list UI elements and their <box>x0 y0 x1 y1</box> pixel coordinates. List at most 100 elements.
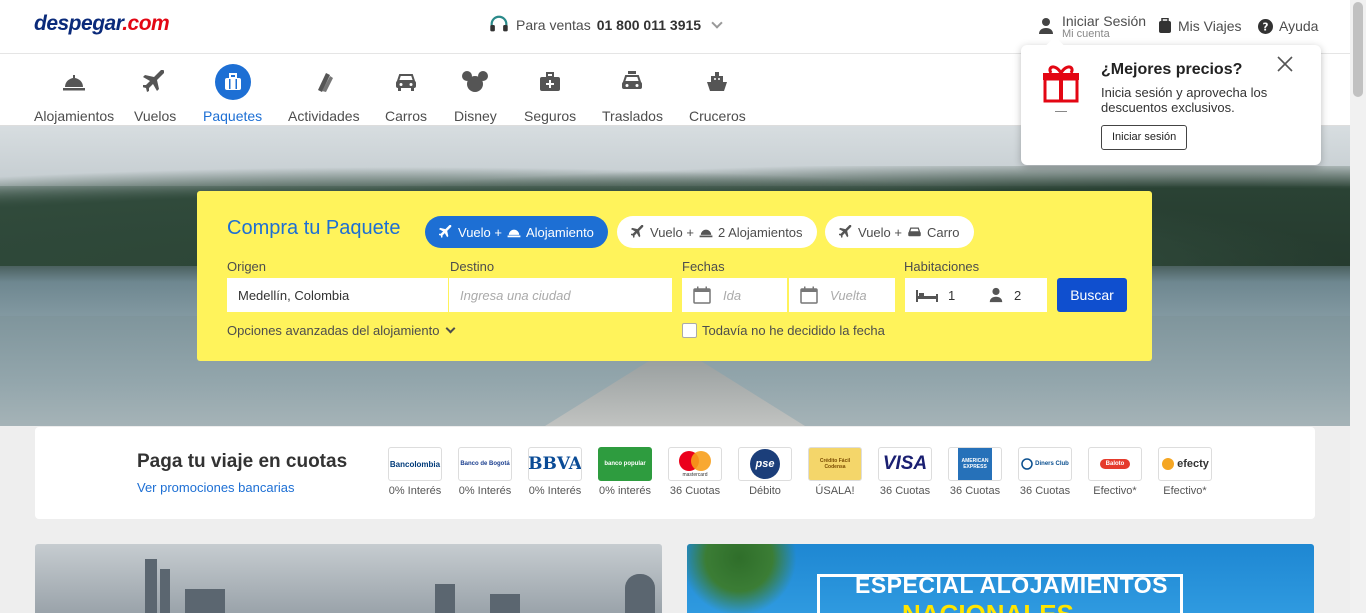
luggage-icon <box>1159 18 1171 33</box>
nav-item-vuelos[interactable]: Vuelos <box>134 64 176 124</box>
pill-label2: Alojamiento <box>525 224 594 240</box>
suitcase-icon <box>224 73 241 90</box>
login-label: Iniciar Sesión <box>1062 13 1147 29</box>
return-date-input[interactable]: Vuelta <box>789 278 895 312</box>
mastercard-circles-icon <box>679 451 711 471</box>
no-date-checkbox[interactable]: Todavía no he decidido la fecha <box>682 323 885 338</box>
airplane-icon <box>439 225 452 238</box>
calendar-icon <box>800 286 818 304</box>
checkbox-box[interactable] <box>682 323 697 338</box>
hotel-bell-icon <box>699 229 713 238</box>
payments-title: Paga tu viaje en cuotas <box>137 451 348 472</box>
building-shape <box>160 569 170 613</box>
rooms-guests-selector[interactable]: 1 2 <box>905 278 1047 312</box>
payment-card[interactable]: Baloto Efectivo* <box>1087 447 1143 497</box>
payment-card[interactable]: banco popular 0% interés <box>597 447 653 497</box>
package-search-box: Compra tu Paquete Vuelo + Alojamiento Vu… <box>197 191 1152 361</box>
advanced-options-label: Opciones avanzadas del alojamiento <box>227 323 440 338</box>
no-date-label: Todavía no he decidido la fecha <box>702 323 885 338</box>
payment-card[interactable]: pse Débito <box>737 447 793 497</box>
payment-options-band: Paga tu viaje en cuotas Ver promociones … <box>35 427 1315 519</box>
baloto-logo: Baloto <box>1088 447 1142 481</box>
building-shape <box>490 594 520 613</box>
payment-caption: 36 Cuotas <box>1019 485 1071 497</box>
hotel-bell-icon <box>63 75 86 91</box>
popup-title: ¿Mejores precios? <box>1101 61 1243 78</box>
popup-text: Inicia sesión y aprovecha los descuentos… <box>1101 85 1268 115</box>
calendar-icon <box>693 286 711 304</box>
payment-card[interactable]: efecty Efectivo* <box>1157 447 1213 497</box>
nav-item-seguros[interactable]: Seguros <box>524 64 576 124</box>
sales-phone[interactable]: Para ventas 01 800 011 3915 <box>488 14 723 36</box>
nav-label: Traslados <box>602 108 663 124</box>
question-icon: ? <box>1258 18 1273 34</box>
mickey-icon <box>462 71 489 92</box>
palm-tree-shape <box>687 544 817 613</box>
origin-input[interactable]: Medellín, Colombia <box>227 278 448 312</box>
help-label: Ayuda <box>1279 18 1319 34</box>
popup-login-button[interactable]: Iniciar sesión <box>1101 125 1188 150</box>
pill-label: Vuelo + <box>650 224 694 240</box>
destination-input[interactable]: Ingresa una ciudad <box>449 278 672 312</box>
nav-item-traslados[interactable]: Traslados <box>602 64 663 124</box>
scrollbar-thumb[interactable] <box>1353 2 1363 97</box>
payment-caption: Débito <box>749 485 781 497</box>
brand-logo[interactable]: despegar.com <box>34 12 170 36</box>
rooms-count: 1 <box>948 287 956 303</box>
rooms-label: Habitaciones <box>904 259 980 274</box>
airplane-icon <box>631 225 644 238</box>
diners-circle-icon <box>1021 458 1033 470</box>
nav-item-alojamientos[interactable]: Alojamientos <box>34 64 114 124</box>
departure-date-input[interactable]: Ida <box>682 278 787 312</box>
payment-caption: ÚSALA! <box>815 485 855 497</box>
page-scrollbar[interactable] <box>1350 0 1366 613</box>
nav-item-cruceros[interactable]: Cruceros <box>689 64 746 124</box>
pill-label: Vuelo + <box>858 224 902 240</box>
promo-banner-national-hotels[interactable]: ESPECIAL ALOJAMIENTOS NACIONALES <box>687 544 1314 613</box>
close-icon[interactable] <box>1276 55 1294 73</box>
destination-placeholder: Ingresa una ciudad <box>460 287 571 303</box>
nav-item-disney[interactable]: Disney <box>454 64 497 124</box>
payment-caption: 0% Interés <box>458 485 512 497</box>
diners-logo: Diners Club <box>1018 447 1072 481</box>
nav-item-actividades[interactable]: Actividades <box>288 64 360 124</box>
nav-item-carros[interactable]: Carros <box>385 64 427 124</box>
payment-caption: 0% Interés <box>528 485 582 497</box>
mastercard-logo: mastercard <box>668 447 722 481</box>
return-placeholder: Vuelta <box>830 287 867 303</box>
option-flight-hotel[interactable]: Vuelo + Alojamiento <box>425 216 608 248</box>
payment-card[interactable]: Bancolombia 0% Interés <box>387 447 443 497</box>
advanced-options-toggle[interactable]: Opciones avanzadas del alojamiento <box>227 323 456 338</box>
payment-card[interactable]: AMERICAN EXPRESS 36 Cuotas <box>947 447 1003 497</box>
search-button[interactable]: Buscar <box>1057 278 1127 312</box>
bank-promotions-link[interactable]: Ver promociones bancarias <box>137 480 295 495</box>
payment-caption: 36 Cuotas <box>879 485 931 497</box>
airplane-icon <box>143 70 165 92</box>
nav-label: Paquetes <box>203 108 263 124</box>
nav-label: Vuelos <box>134 108 177 124</box>
option-flight-car[interactable]: Vuelo + Carro <box>825 216 974 248</box>
payment-card[interactable]: VISA 36 Cuotas <box>877 447 933 497</box>
nav-label: Actividades <box>288 108 360 124</box>
payment-card[interactable]: mastercard 36 Cuotas <box>667 447 723 497</box>
building-shape <box>625 574 655 613</box>
payment-card[interactable]: Crédito Fácil Codensa ÚSALA! <box>807 447 863 497</box>
promo-banner-city[interactable] <box>35 544 662 613</box>
payment-card[interactable]: BBVA 0% Interés <box>527 447 583 497</box>
nav-label: Cruceros <box>689 108 746 124</box>
banco-bogota-logo: Banco de Bogotá <box>458 447 512 481</box>
guests-count: 2 <box>1014 287 1022 303</box>
taxi-icon <box>622 71 643 89</box>
help-link[interactable]: ? Ayuda <box>1258 18 1318 34</box>
my-trips-link[interactable]: Mis Viajes <box>1158 18 1242 34</box>
payment-card[interactable]: Banco de Bogotá 0% Interés <box>457 447 513 497</box>
amex-logo: AMERICAN EXPRESS <box>948 447 1002 481</box>
pse-logo: pse <box>738 447 792 481</box>
payment-card[interactable]: Diners Club 36 Cuotas <box>1017 447 1073 497</box>
bbva-logo: BBVA <box>528 447 582 481</box>
user-icon <box>989 287 1003 303</box>
nav-item-paquetes[interactable]: Paquetes <box>203 64 262 124</box>
option-flight-two-hotels[interactable]: Vuelo + 2 Alojamientos <box>617 216 817 248</box>
origin-value: Medellín, Colombia <box>238 287 350 303</box>
destination-label: Destino <box>450 259 495 274</box>
